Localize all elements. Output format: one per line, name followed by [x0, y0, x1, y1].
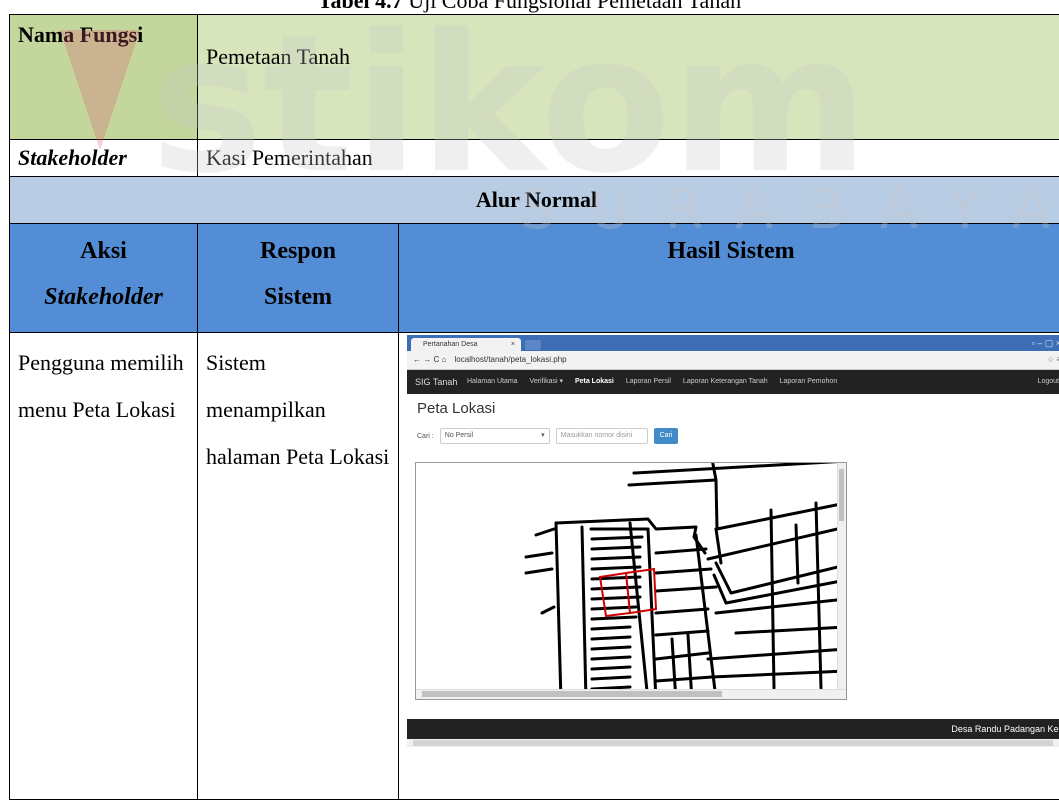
- app-brand[interactable]: SIG Tanah: [415, 370, 457, 394]
- page-title: Peta Lokasi: [417, 403, 495, 415]
- hasil-sistem-cell: Pertanahan Desa × ▫ – ▢ × ← → C ⌂ localh…: [399, 333, 1059, 800]
- nav-item-laporan-pemohon[interactable]: Laporan Pemohon: [780, 378, 838, 385]
- col-aksi-title: Aksi: [18, 228, 189, 274]
- nav-items: Halaman Utama Verifikasi ▾ Peta Lokasi L…: [467, 370, 847, 394]
- page-horizontal-scrollbar[interactable]: [407, 739, 1059, 747]
- nav-item-verifikasi[interactable]: Verifikasi ▾: [530, 378, 563, 385]
- nav-item-laporan-keterangan-tanah[interactable]: Laporan Keterangan Tanah: [683, 378, 768, 385]
- nav-item-halaman-utama[interactable]: Halaman Utama: [467, 378, 518, 385]
- nav-item-peta-lokasi[interactable]: Peta Lokasi: [575, 378, 614, 385]
- caret-down-icon: ▾: [541, 429, 545, 443]
- alur-normal-header: Alur Normal: [10, 177, 1059, 224]
- address-bar[interactable]: ← → C ⌂ localhost/tanah/peta_lokasi.php …: [407, 351, 1059, 370]
- col-respon-sub: Sistem: [206, 274, 390, 320]
- close-icon[interactable]: ×: [511, 338, 515, 351]
- window-controls-icon[interactable]: ▫ – ▢ ×: [1032, 337, 1059, 349]
- parcel-map[interactable]: [415, 462, 847, 700]
- search-select-value: No Persil: [445, 432, 473, 439]
- col-respon-title: Respon: [206, 228, 390, 274]
- browser-tab-title: Pertanahan Desa: [423, 341, 477, 348]
- browser-tabbar: Pertanahan Desa × ▫ – ▢ ×: [407, 335, 1059, 351]
- search-input[interactable]: Masukkan nomor disini: [556, 428, 648, 444]
- nama-fungsi-label: Nama Fungsi: [10, 15, 198, 140]
- search-label: Cari :: [417, 433, 434, 440]
- aksi-cell: Pengguna memilih menu Peta Lokasi: [10, 333, 198, 800]
- stakeholder-value: Kasi Pemerintahan: [198, 140, 1059, 177]
- app-footer: Desa Randu Padangan Kec: [407, 719, 1059, 739]
- col-aksi-sub: Stakeholder: [18, 274, 189, 320]
- caption-label: Tabel 4.7: [318, 0, 403, 13]
- page-hscroll-thumb[interactable]: [413, 740, 1053, 746]
- new-tab-button[interactable]: [525, 340, 541, 350]
- parcel-map-drawing: [416, 463, 847, 700]
- col-aksi-header: Aksi Stakeholder: [10, 224, 198, 333]
- stakeholder-label: Stakeholder: [10, 140, 198, 177]
- caption-text: Uji Coba Fungsional Pemetaan Tanah: [408, 0, 741, 13]
- col-hasil-header: Hasil Sistem: [399, 224, 1059, 333]
- star-icon[interactable]: ☆ ≡: [1047, 351, 1059, 369]
- map-vscroll-thumb[interactable]: [839, 469, 844, 521]
- respon-cell: Sistem menampilkan halaman Peta Lokasi: [198, 333, 399, 800]
- map-hscroll-thumb[interactable]: [422, 691, 722, 697]
- col-respon-header: Respon Sistem: [198, 224, 399, 333]
- url-text: localhost/tanah/peta_lokasi.php: [455, 355, 567, 364]
- nav-item-laporan-persil[interactable]: Laporan Persil: [626, 378, 671, 385]
- map-vertical-scrollbar[interactable]: [837, 463, 846, 691]
- nama-fungsi-value: Pemetaan Tanah: [198, 15, 1059, 140]
- app-navbar: SIG Tanah Halaman Utama Verifikasi ▾ Pet…: [407, 370, 1059, 394]
- browser-tab[interactable]: Pertanahan Desa ×: [411, 338, 521, 351]
- logout-link[interactable]: Logout: [1038, 370, 1059, 394]
- nav-arrows-icon[interactable]: ← → C ⌂: [413, 355, 446, 364]
- search-button[interactable]: Cari: [654, 428, 679, 444]
- search-type-select[interactable]: No Persil ▾: [440, 428, 550, 444]
- search-form: Cari : No Persil▾ Masukkan nomor disini …: [417, 428, 678, 446]
- map-horizontal-scrollbar[interactable]: [416, 689, 847, 699]
- test-table: Nama Fungsi Pemetaan Tanah Stakeholder K…: [9, 14, 1059, 800]
- table-caption: Tabel 4.7 Uji Coba Fungsional Pemetaan T…: [0, 0, 1059, 14]
- browser-screenshot: Pertanahan Desa × ▫ – ▢ × ← → C ⌂ localh…: [407, 335, 1059, 795]
